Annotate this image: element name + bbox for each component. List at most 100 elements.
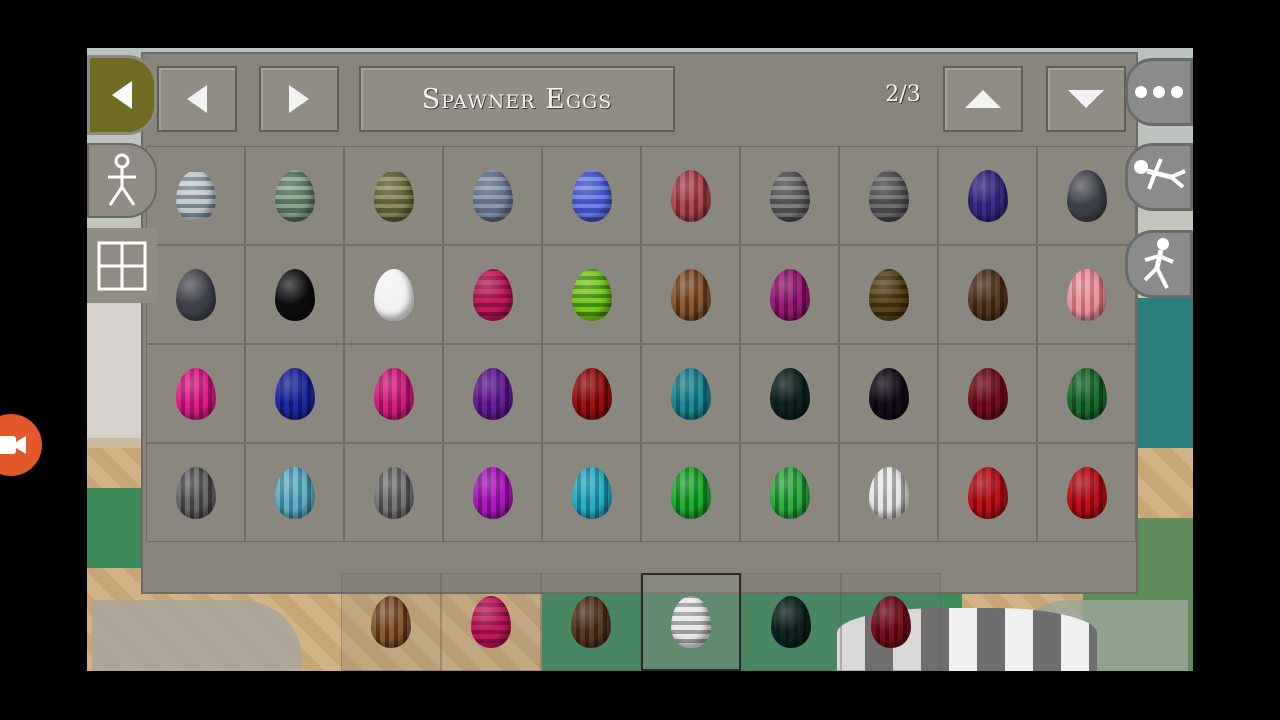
spawn-egg-icon xyxy=(571,466,612,519)
inventory-slot[interactable] xyxy=(938,443,1037,542)
left-arrow-icon xyxy=(187,85,207,113)
spawn-egg-icon xyxy=(471,596,511,648)
inventory-slot[interactable] xyxy=(344,146,443,245)
inventory-slot[interactable] xyxy=(740,443,839,542)
stickman-walk-icon xyxy=(108,153,136,206)
spawn-egg-icon xyxy=(274,367,315,420)
spawn-egg-icon xyxy=(472,169,513,222)
inventory-slot[interactable] xyxy=(1037,443,1136,542)
inventory-slot[interactable] xyxy=(146,443,245,542)
hotbar-slot[interactable] xyxy=(341,573,441,671)
item-grid xyxy=(146,146,1136,542)
spawn-egg-icon xyxy=(373,466,414,519)
inventory-slot[interactable] xyxy=(344,344,443,443)
inventory-slot[interactable] xyxy=(245,443,344,542)
spawn-egg-icon xyxy=(472,367,513,420)
hotbar-slot[interactable] xyxy=(741,573,841,671)
spawn-egg-icon xyxy=(967,367,1008,420)
inventory-slot[interactable] xyxy=(542,146,641,245)
stickman-run-icon xyxy=(1143,238,1174,289)
spawn-egg-icon xyxy=(967,466,1008,519)
inventory-slot[interactable] xyxy=(740,344,839,443)
walk-mode-button[interactable] xyxy=(87,143,157,218)
inventory-panel: Spawner Eggs 2/3 xyxy=(141,52,1138,594)
up-arrow-icon xyxy=(965,90,1001,108)
spawn-egg-icon xyxy=(769,367,810,420)
spawn-egg-icon xyxy=(671,596,711,648)
inventory-slot[interactable] xyxy=(245,146,344,245)
spawn-egg-icon xyxy=(1066,466,1107,519)
spawn-egg-icon xyxy=(175,367,216,420)
spawn-egg-icon xyxy=(771,596,811,648)
spawn-egg-icon xyxy=(175,268,216,321)
inventory-slot[interactable] xyxy=(839,146,938,245)
inventory-slot[interactable] xyxy=(839,245,938,344)
world-wall xyxy=(87,298,147,438)
spawn-egg-icon xyxy=(373,268,414,321)
more-options-button[interactable] xyxy=(1125,58,1193,126)
spawn-egg-icon xyxy=(1066,367,1107,420)
inventory-slot[interactable] xyxy=(1037,344,1136,443)
inventory-slot[interactable] xyxy=(443,443,542,542)
inventory-slot[interactable] xyxy=(839,443,938,542)
run-mode-button[interactable] xyxy=(1125,230,1193,298)
fly-mode-button[interactable] xyxy=(1125,143,1193,211)
inventory-slot[interactable] xyxy=(344,245,443,344)
inventory-slot[interactable] xyxy=(1037,245,1136,344)
inventory-grid-button[interactable] xyxy=(87,228,157,303)
spawn-egg-icon xyxy=(871,596,911,648)
spawn-egg-icon xyxy=(769,268,810,321)
spawn-egg-icon xyxy=(373,367,414,420)
spawn-egg-icon xyxy=(571,367,612,420)
spawn-egg-icon xyxy=(670,169,711,222)
page-down-button[interactable] xyxy=(1046,66,1126,132)
inventory-slot[interactable] xyxy=(146,245,245,344)
joystick-area[interactable] xyxy=(92,600,302,671)
inventory-slot[interactable] xyxy=(542,443,641,542)
back-arrow-icon xyxy=(112,81,132,109)
inventory-slot[interactable] xyxy=(245,245,344,344)
inventory-slot[interactable] xyxy=(641,146,740,245)
inventory-slot[interactable] xyxy=(740,245,839,344)
inventory-slot[interactable] xyxy=(1037,146,1136,245)
spawn-egg-icon xyxy=(868,268,909,321)
inventory-slot[interactable] xyxy=(443,344,542,443)
inventory-slot[interactable] xyxy=(938,344,1037,443)
spawn-egg-icon xyxy=(868,169,909,222)
hotbar-slot[interactable] xyxy=(441,573,541,671)
inventory-slot[interactable] xyxy=(245,344,344,443)
spawn-egg-icon xyxy=(868,367,909,420)
hotbar-slot[interactable] xyxy=(641,573,741,671)
page-up-button[interactable] xyxy=(943,66,1023,132)
prev-category-button[interactable] xyxy=(157,66,237,132)
hotbar-slot[interactable] xyxy=(541,573,641,671)
inventory-slot[interactable] xyxy=(443,146,542,245)
spawn-egg-icon xyxy=(670,466,711,519)
inventory-slot[interactable] xyxy=(542,245,641,344)
screen-record-button[interactable] xyxy=(0,414,42,476)
more-dots-icon xyxy=(1135,86,1183,98)
inventory-slot[interactable] xyxy=(146,146,245,245)
next-category-button[interactable] xyxy=(259,66,339,132)
inventory-slot[interactable] xyxy=(938,146,1037,245)
spawn-egg-icon xyxy=(472,268,513,321)
inventory-slot[interactable] xyxy=(443,245,542,344)
inventory-slot[interactable] xyxy=(146,344,245,443)
spawn-egg-icon xyxy=(769,466,810,519)
spawn-egg-icon xyxy=(274,466,315,519)
spawn-egg-icon xyxy=(670,367,711,420)
inventory-slot[interactable] xyxy=(641,443,740,542)
inventory-slot[interactable] xyxy=(344,443,443,542)
inventory-slot[interactable] xyxy=(938,245,1037,344)
spawn-egg-icon xyxy=(274,169,315,222)
inventory-slot[interactable] xyxy=(641,344,740,443)
hotbar-slot[interactable] xyxy=(841,573,941,671)
spawn-egg-icon xyxy=(1066,268,1107,321)
close-inventory-button[interactable] xyxy=(87,55,157,135)
inventory-slot[interactable] xyxy=(641,245,740,344)
category-title: Spawner Eggs xyxy=(359,66,675,132)
inventory-slot[interactable] xyxy=(542,344,641,443)
inventory-slot[interactable] xyxy=(839,344,938,443)
inventory-slot[interactable] xyxy=(740,146,839,245)
spawn-egg-icon xyxy=(472,466,513,519)
